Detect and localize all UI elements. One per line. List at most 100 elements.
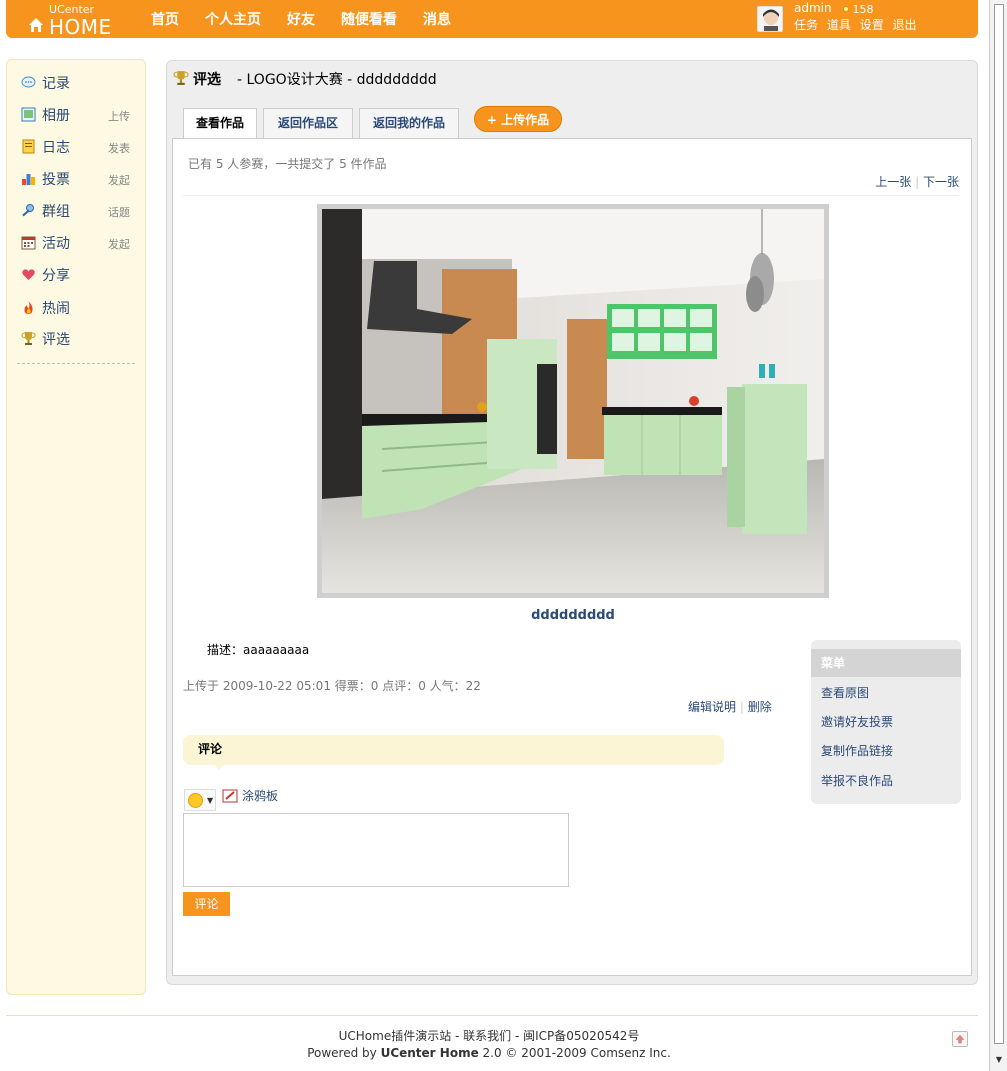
powered-brand[interactable]: UCenter Home [381, 1046, 479, 1060]
emoji-picker-button[interactable]: ▼ [184, 789, 216, 811]
footer-divider [6, 1015, 978, 1016]
next-link[interactable]: 下一张 [923, 175, 959, 189]
sidebar-item-contest[interactable]: 评选 [21, 328, 141, 348]
tab-back-to-my-works[interactable]: 返回我的作品 [359, 108, 459, 138]
sidebar-item-label: 活动 [42, 236, 70, 252]
sidebar-item-album[interactable]: 相册 上传 [21, 104, 141, 124]
bar-chart-icon [22, 174, 35, 185]
sidebar-item-hot[interactable]: 热闹 [21, 297, 141, 317]
comment-header-tail [213, 763, 225, 770]
sidebar-item-share[interactable]: 分享 [21, 264, 141, 284]
description: 描述：aaaaaaaaa [207, 641, 309, 658]
delete-link[interactable]: 删除 [748, 700, 772, 714]
footer-info: UCHome插件演示站 - 联系我们 - 闽ICP备05020542号 [338, 1029, 640, 1043]
avatar[interactable] [757, 6, 783, 32]
fire-icon [24, 301, 33, 314]
sidebar-item-label: 评选 [42, 332, 70, 348]
sidebar: 记录 相册 上传 日志 发表 投票 发起 群组 话题 活动 发起 分享 热闹 评… [6, 59, 146, 995]
photo-album-icon [21, 107, 36, 122]
home-icon [29, 18, 43, 32]
kitchen-photo[interactable] [322, 209, 824, 593]
nav-explore[interactable]: 随便看看 [341, 9, 397, 29]
sidebar-action-topic[interactable]: 话题 [108, 204, 130, 220]
sidebar-item-group[interactable]: 群组 话题 [21, 200, 141, 220]
prev-link[interactable]: 上一张 [875, 175, 911, 189]
logo-main-text: HOME [49, 15, 112, 39]
nav-home[interactable]: 首页 [151, 9, 179, 29]
photo-frame [317, 204, 829, 598]
back-to-top-button[interactable] [952, 1031, 968, 1047]
comment-submit-button[interactable]: 评论 [183, 892, 230, 916]
sidebar-item-label: 日志 [42, 140, 70, 156]
nav-profile[interactable]: 个人主页 [205, 9, 261, 29]
link-tasks[interactable]: 任务 [794, 18, 818, 32]
main-nav: 首页 个人主页 好友 随便看看 消息 [151, 9, 477, 29]
sidebar-item-label: 投票 [42, 172, 70, 188]
trophy-icon [21, 332, 36, 345]
doodle-board-link[interactable]: 涂鸦板 [222, 787, 278, 804]
sidebar-action-upload[interactable]: 上传 [108, 108, 130, 124]
side-menu-header: 菜单 [811, 649, 961, 677]
link-props[interactable]: 道具 [827, 18, 851, 32]
upload-work-button[interactable]: + 上传作品 [474, 106, 562, 132]
side-menu: 菜单 查看原图 邀请好友投票 复制作品链接 举报不良作品 [811, 640, 961, 804]
calendar-icon [21, 236, 36, 250]
doodle-label: 涂鸦板 [242, 789, 279, 803]
nav-friends[interactable]: 好友 [287, 9, 315, 29]
sidebar-item-label: 热闹 [42, 301, 70, 317]
sidebar-item-records[interactable]: 记录 [21, 72, 141, 92]
user-box: admin 158 任务 道具 设置 退出 [757, 1, 972, 34]
ops-separator: | [739, 700, 748, 714]
nav-messages[interactable]: 消息 [423, 9, 451, 29]
coin-icon [843, 6, 849, 12]
chevron-down-icon: ▼ [207, 796, 214, 805]
page-title-text[interactable]: 评选 [193, 69, 221, 89]
sidebar-item-poll[interactable]: 投票 发起 [21, 168, 141, 188]
comment-header-label: 评论 [198, 742, 223, 756]
menu-copy-link[interactable]: 复制作品链接 [821, 742, 893, 759]
comment-header: 评论 [183, 735, 724, 770]
speech-bubble-icon [21, 76, 36, 88]
description-label: 描述： [207, 643, 244, 657]
journal-icon [22, 139, 35, 154]
vertical-scrollbar[interactable]: ▼ [989, 0, 1007, 1071]
sidebar-item-blog[interactable]: 日志 发表 [21, 136, 141, 156]
scrollbar-track[interactable] [994, 4, 1004, 1044]
doodle-pen-icon [222, 789, 238, 803]
entry-summary: 已有 5 人参赛，一共提交了 5 件作品 [188, 157, 387, 171]
user-links: 任务 道具 设置 退出 [794, 16, 922, 33]
work-panel: 已有 5 人参赛，一共提交了 5 件作品 上一张 | 下一张 ddddddddd… [172, 138, 972, 976]
trophy-icon [173, 71, 189, 85]
powered-prefix: Powered by [307, 1046, 381, 1060]
work-ops: 编辑说明 | 删除 [688, 698, 772, 715]
sidebar-item-event[interactable]: 活动 发起 [21, 232, 141, 252]
sidebar-divider [17, 363, 135, 364]
menu-report-work[interactable]: 举报不良作品 [821, 772, 893, 789]
smiley-icon [188, 793, 203, 808]
comment-input[interactable] [183, 813, 569, 887]
tab-back-to-works[interactable]: 返回作品区 [263, 108, 353, 138]
pager: 上一张 | 下一张 [875, 173, 959, 190]
credit-count: 158 [843, 3, 874, 16]
sidebar-action-start-poll[interactable]: 发起 [108, 172, 130, 188]
sidebar-action-start-event[interactable]: 发起 [108, 236, 130, 252]
avatar-icon [758, 7, 782, 31]
sidebar-item-label: 分享 [42, 268, 70, 284]
divider [183, 195, 959, 196]
link-logout[interactable]: 退出 [893, 18, 917, 32]
scroll-down-arrow[interactable]: ▼ [994, 1053, 1004, 1067]
menu-invite-vote[interactable]: 邀请好友投票 [821, 713, 893, 730]
pager-separator: | [915, 175, 923, 189]
username[interactable]: admin [794, 1, 832, 15]
edit-description-link[interactable]: 编辑说明 [688, 700, 736, 714]
sidebar-item-label: 记录 [42, 76, 70, 92]
tab-view-work[interactable]: 查看作品 [183, 108, 257, 139]
sidebar-action-post[interactable]: 发表 [108, 140, 130, 156]
menu-view-original[interactable]: 查看原图 [821, 684, 869, 701]
page-subtitle: - LOGO设计大赛 - ddddddddd [237, 72, 437, 88]
main-content: 评选 - LOGO设计大赛 - ddddddddd 查看作品 返回作品区 返回我… [166, 60, 978, 985]
arrow-up-icon [955, 1034, 965, 1044]
link-settings[interactable]: 设置 [860, 18, 884, 32]
footer-powered: Powered by UCenter Home 2.0 © 2001-2009 … [6, 1046, 972, 1060]
top-header: UCenter HOME 首页 个人主页 好友 随便看看 消息 admin 15… [6, 0, 978, 39]
